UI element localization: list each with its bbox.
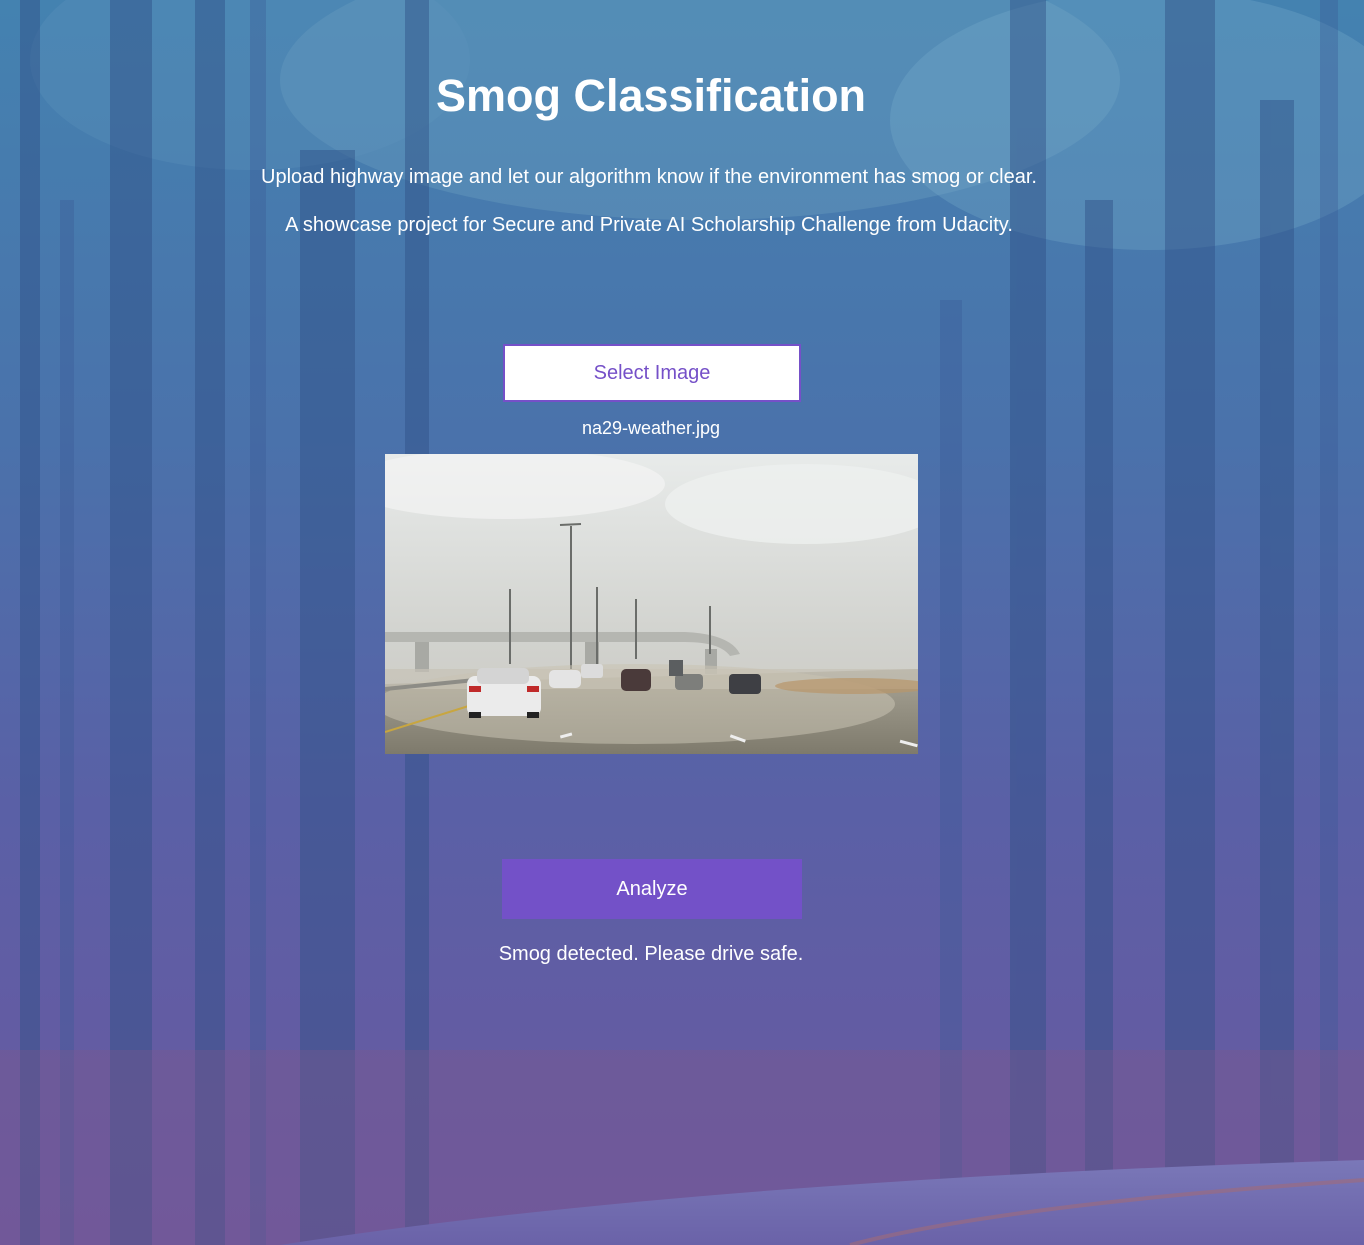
main-content: Smog Classification Upload highway image… (0, 0, 1364, 1245)
select-image-button[interactable]: Select Image (503, 344, 801, 402)
page-description: Upload highway image and let our algorit… (261, 166, 1037, 188)
selected-file-name: na29-weather.jpg (581, 418, 721, 438)
analyze-button[interactable]: Analyze (502, 859, 802, 919)
highway-photo (385, 454, 918, 754)
project-note: A showcase project for Secure and Privat… (285, 214, 1013, 236)
uploaded-image-preview (385, 454, 918, 754)
result-message: Smog detected. Please drive safe. (498, 943, 804, 965)
page-title: Smog Classification (435, 70, 867, 121)
